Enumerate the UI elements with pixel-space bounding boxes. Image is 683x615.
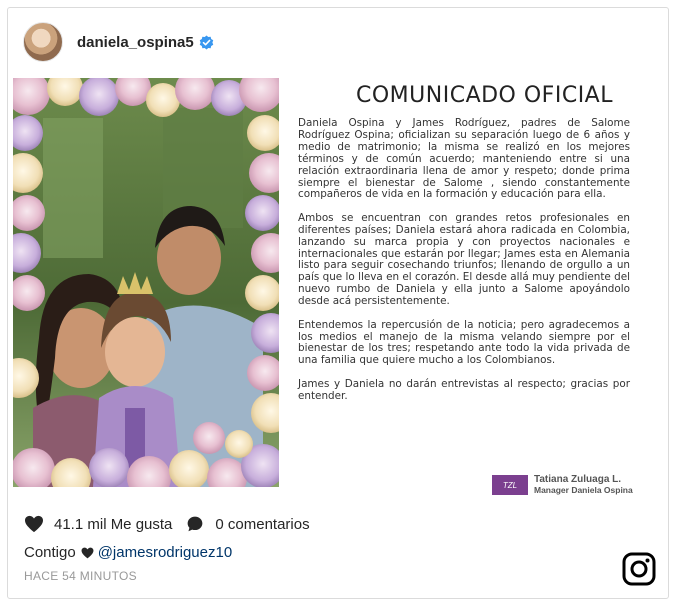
statement-paragraph-1: Daniela Ospina y James Rodríguez, padres… bbox=[298, 117, 630, 201]
caption-text: Contigo bbox=[24, 544, 76, 561]
heart-icon[interactable] bbox=[24, 515, 44, 533]
profile-avatar[interactable] bbox=[23, 22, 63, 62]
document-title: COMUNICADO OFICIAL bbox=[356, 83, 613, 108]
statement-paragraph-3: Entendemos la repercusión de la noticia;… bbox=[298, 318, 630, 367]
post-image[interactable]: COMUNICADO OFICIAL Daniela Ospina y Jame… bbox=[13, 78, 661, 495]
instagram-logo-icon[interactable] bbox=[622, 552, 656, 586]
verified-badge-icon bbox=[199, 34, 213, 50]
comments-count[interactable]: 0 comentarios bbox=[215, 516, 309, 533]
mention-link[interactable]: @jamesrodriguez10 bbox=[98, 544, 232, 561]
post-timestamp[interactable]: HACE 54 MINUTOS bbox=[24, 569, 137, 583]
username-link[interactable]: daniela_ospina5 bbox=[77, 34, 194, 51]
caption-heart-icon bbox=[81, 547, 94, 558]
document-body: Daniela Ospina y James Rodríguez, padres… bbox=[298, 117, 630, 414]
family-photo-with-flower-frame bbox=[13, 78, 279, 487]
signature-name: Tatiana Zuluaga L. bbox=[534, 474, 622, 485]
tzl-logo: TZL bbox=[492, 475, 528, 495]
statement-paragraph-4: James y Daniela no darán entrevistas al … bbox=[298, 377, 630, 402]
post-actions: 41.1 mil Me gusta 0 comentarios bbox=[24, 515, 310, 533]
post-caption: Contigo @jamesrodriguez10 bbox=[24, 544, 232, 561]
signature-text: Tatiana Zuluaga L. Manager Daniela Ospin… bbox=[534, 474, 633, 496]
likes-count[interactable]: 41.1 mil Me gusta bbox=[54, 516, 172, 533]
signature-role: Manager Daniela Ospina bbox=[534, 485, 633, 495]
statement-paragraph-2: Ambos se encuentran con grandes retos pr… bbox=[298, 211, 630, 308]
family-photo-illustration bbox=[13, 78, 279, 487]
post-header: daniela_ospina5 bbox=[8, 8, 668, 76]
comment-icon[interactable] bbox=[185, 515, 205, 533]
instagram-post-card: daniela_ospina5 COMUNICADO OFICIAL Danie… bbox=[7, 7, 669, 599]
official-statement-document: COMUNICADO OFICIAL Daniela Ospina y Jame… bbox=[279, 78, 661, 495]
signature-block: TZL Tatiana Zuluaga L. Manager Daniela O… bbox=[492, 474, 633, 496]
